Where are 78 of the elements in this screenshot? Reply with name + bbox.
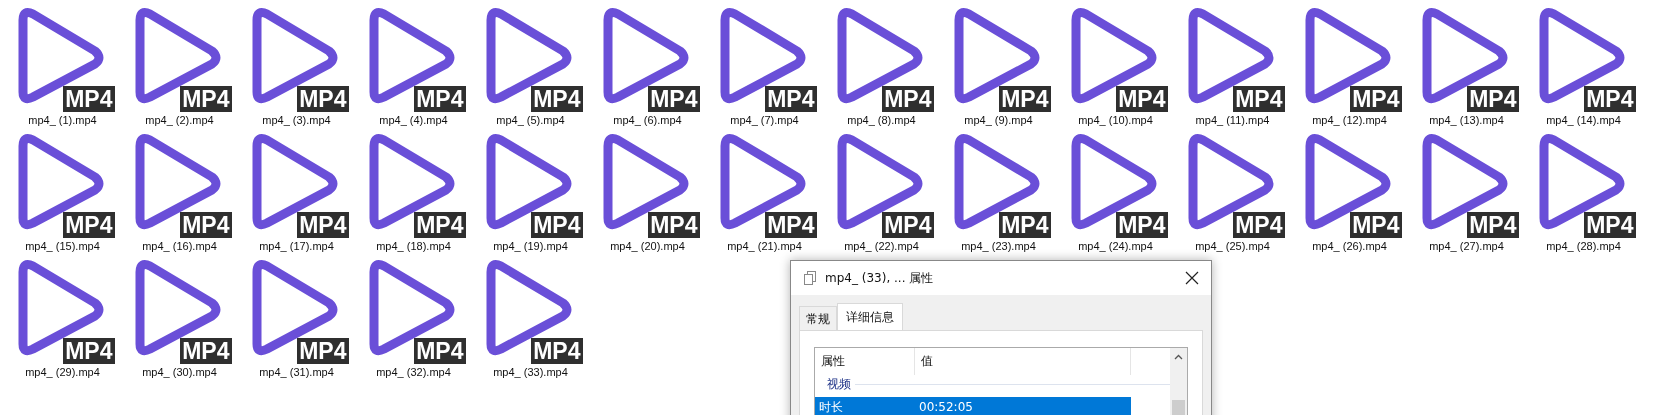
file-type-badge: MP4 bbox=[882, 212, 934, 238]
file-type-badge: MP4 bbox=[297, 86, 349, 112]
file-type-badge: MP4 bbox=[63, 338, 115, 364]
file-type-badge: MP4 bbox=[531, 212, 583, 238]
file-type-badge: MP4 bbox=[765, 212, 817, 238]
column-header[interactable]: 属性 bbox=[815, 348, 915, 375]
property-row[interactable]: 时长 00:52:05 bbox=[815, 397, 1131, 415]
file-name[interactable]: mp4_ (23).mp4 bbox=[961, 240, 1036, 252]
file-type-badge: MP4 bbox=[1350, 86, 1402, 112]
file-name[interactable]: mp4_ (28).mp4 bbox=[1546, 240, 1621, 252]
file-name[interactable]: mp4_ (33).mp4 bbox=[493, 366, 568, 378]
file-type-badge: MP4 bbox=[531, 338, 583, 364]
file-name[interactable]: mp4_ (31).mp4 bbox=[259, 366, 334, 378]
file-name[interactable]: mp4_ (32).mp4 bbox=[376, 366, 451, 378]
file-type-badge: MP4 bbox=[297, 338, 349, 364]
file-name[interactable]: mp4_ (2).mp4 bbox=[145, 114, 214, 126]
tab[interactable]: 常规 bbox=[799, 306, 837, 330]
property-value: 00:52:05 bbox=[918, 400, 974, 414]
file-name[interactable]: mp4_ (1).mp4 bbox=[28, 114, 97, 126]
group-header: 视频 bbox=[827, 375, 852, 393]
file-type-badge: MP4 bbox=[180, 86, 232, 112]
file-type-badge: MP4 bbox=[180, 338, 232, 364]
file-name[interactable]: mp4_ (19).mp4 bbox=[493, 240, 568, 252]
file-type-badge: MP4 bbox=[648, 212, 700, 238]
file-type-badge: MP4 bbox=[297, 212, 349, 238]
file-type-badge: MP4 bbox=[414, 338, 466, 364]
file-name[interactable]: mp4_ (20).mp4 bbox=[610, 240, 685, 252]
dialog-title: mp4_ (33), ... 属性 bbox=[825, 269, 935, 287]
file-type-badge: MP4 bbox=[531, 86, 583, 112]
file-name[interactable]: mp4_ (5).mp4 bbox=[496, 114, 565, 126]
file-type-badge: MP4 bbox=[63, 86, 115, 112]
file-name[interactable]: mp4_ (12).mp4 bbox=[1312, 114, 1387, 126]
tab[interactable]: 详细信息 bbox=[837, 303, 903, 330]
file-type-badge: MP4 bbox=[180, 212, 232, 238]
file-name[interactable]: mp4_ (26).mp4 bbox=[1312, 240, 1387, 252]
file-name[interactable]: mp4_ (18).mp4 bbox=[376, 240, 451, 252]
file-type-badge: MP4 bbox=[765, 86, 817, 112]
file-type-badge: MP4 bbox=[1584, 86, 1636, 112]
file-name[interactable]: mp4_ (16).mp4 bbox=[142, 240, 217, 252]
file-name[interactable]: mp4_ (17).mp4 bbox=[259, 240, 334, 252]
file-type-badge: MP4 bbox=[1467, 212, 1519, 238]
file-name[interactable]: mp4_ (13).mp4 bbox=[1429, 114, 1504, 126]
scroll-up-icon[interactable] bbox=[1174, 354, 1183, 360]
documents-icon bbox=[803, 271, 817, 285]
file-type-badge: MP4 bbox=[414, 86, 466, 112]
file-name[interactable]: mp4_ (7).mp4 bbox=[730, 114, 799, 126]
file-type-badge: MP4 bbox=[63, 212, 115, 238]
file-type-badge: MP4 bbox=[1233, 212, 1285, 238]
file-name[interactable]: mp4_ (21).mp4 bbox=[727, 240, 802, 252]
file-name[interactable]: mp4_ (9).mp4 bbox=[964, 114, 1033, 126]
file-type-badge: MP4 bbox=[414, 212, 466, 238]
file-name[interactable]: mp4_ (29).mp4 bbox=[25, 366, 100, 378]
file-type-badge: MP4 bbox=[1467, 86, 1519, 112]
file-type-badge: MP4 bbox=[1584, 212, 1636, 238]
file-name[interactable]: mp4_ (11).mp4 bbox=[1195, 114, 1270, 126]
file-name[interactable]: mp4_ (4).mp4 bbox=[379, 114, 448, 126]
file-type-badge: MP4 bbox=[1116, 212, 1168, 238]
file-name[interactable]: mp4_ (14).mp4 bbox=[1546, 114, 1621, 126]
file-type-badge: MP4 bbox=[648, 86, 700, 112]
column-header[interactable]: 值 bbox=[915, 348, 1131, 375]
file-name[interactable]: mp4_ (6).mp4 bbox=[613, 114, 682, 126]
file-name[interactable]: mp4_ (25).mp4 bbox=[1195, 240, 1270, 252]
file-type-badge: MP4 bbox=[999, 86, 1051, 112]
file-name[interactable]: mp4_ (22).mp4 bbox=[844, 240, 919, 252]
file-type-badge: MP4 bbox=[882, 86, 934, 112]
file-type-badge: MP4 bbox=[999, 212, 1051, 238]
file-name[interactable]: mp4_ (27).mp4 bbox=[1429, 240, 1504, 252]
file-type-badge: MP4 bbox=[1233, 86, 1285, 112]
file-name[interactable]: mp4_ (3).mp4 bbox=[262, 114, 331, 126]
close-icon[interactable] bbox=[1185, 271, 1199, 285]
file-name[interactable]: mp4_ (24).mp4 bbox=[1078, 240, 1153, 252]
property-name: 时长 bbox=[818, 398, 844, 415]
file-type-badge: MP4 bbox=[1116, 86, 1168, 112]
file-name[interactable]: mp4_ (15).mp4 bbox=[25, 240, 100, 252]
file-name[interactable]: mp4_ (8).mp4 bbox=[847, 114, 916, 126]
file-name[interactable]: mp4_ (30).mp4 bbox=[142, 366, 217, 378]
file-name[interactable]: mp4_ (10).mp4 bbox=[1078, 114, 1153, 126]
file-type-badge: MP4 bbox=[1350, 212, 1402, 238]
